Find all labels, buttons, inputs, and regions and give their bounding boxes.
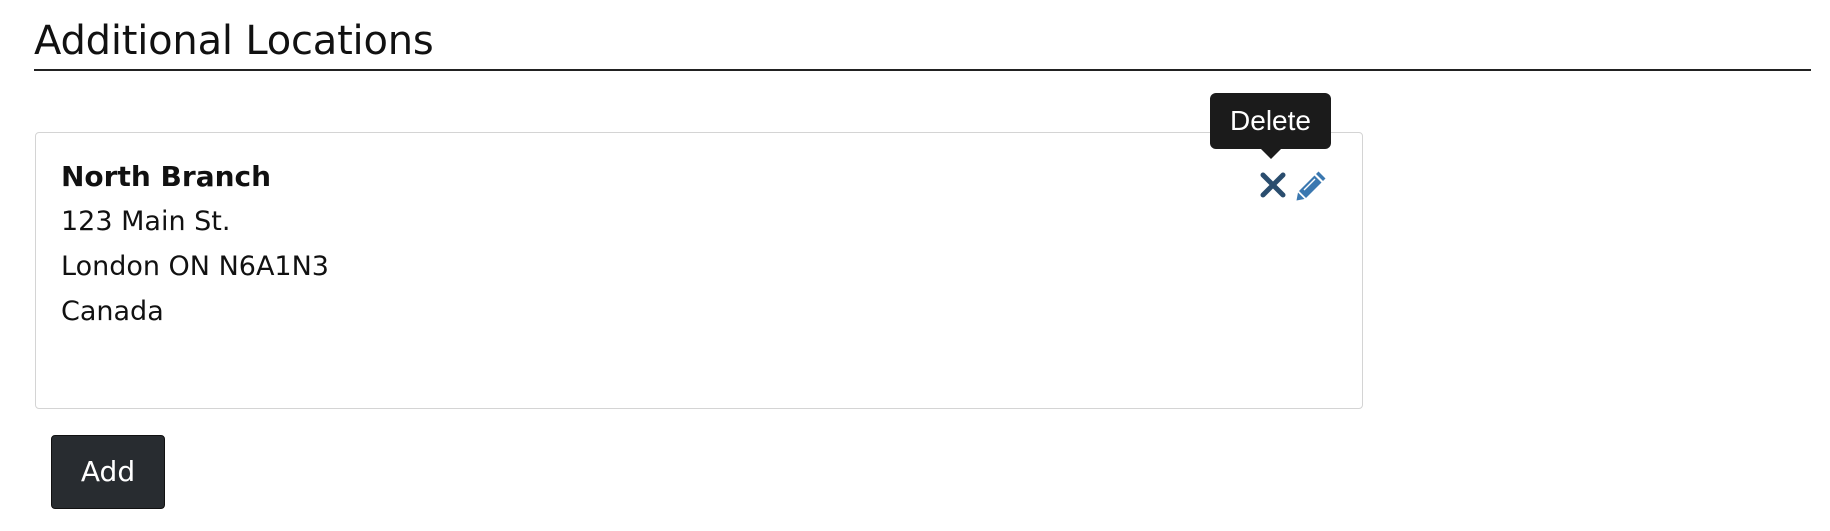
delete-icon[interactable] — [1259, 171, 1287, 199]
address-country: Canada — [61, 296, 164, 327]
add-location-button[interactable]: Add — [51, 435, 165, 509]
tooltip-arrow — [1261, 149, 1281, 159]
section-divider — [34, 69, 1811, 71]
address-city-postal: London ON N6A1N3 — [61, 251, 329, 282]
page: Additional Locations North Branch 123 Ma… — [0, 0, 1830, 531]
location-card: North Branch 123 Main St. London ON N6A1… — [35, 132, 1363, 409]
section-title: Additional Locations — [34, 18, 434, 64]
pencil-icon[interactable] — [1295, 168, 1329, 202]
delete-tooltip: Delete — [1210, 93, 1331, 149]
location-name: North Branch — [61, 160, 272, 193]
address-street: 123 Main St. — [61, 206, 231, 237]
